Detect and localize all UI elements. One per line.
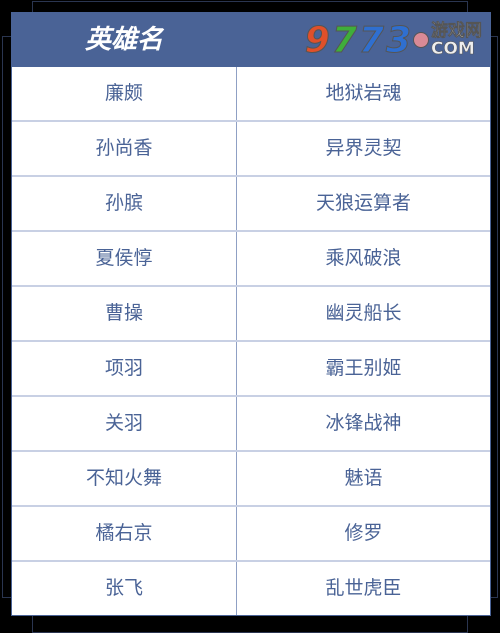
skin-name-cell: 地狱岩魂 [236, 67, 490, 120]
skin-name-cell: 异界灵契 [236, 122, 490, 175]
hero-name-cell: 孙膑 [104, 192, 143, 214]
9773-logo: 9 7 7 3 游戏网 COM [304, 15, 483, 65]
skin-name-cell: 冰锋战神 [236, 397, 490, 450]
logo-site-bottom: COM [431, 39, 475, 59]
logo-digit: 9 [304, 19, 330, 61]
table-row: 项羽 霸王别姬 [12, 340, 490, 395]
skin-name-cell: 霸王别姬 [236, 342, 490, 395]
skin-name-cell: 乘风破浪 [236, 232, 490, 285]
hero-name-cell: 关羽 [104, 412, 143, 434]
hero-name-cell: 廉颇 [104, 82, 143, 104]
joystick-icon [413, 32, 429, 48]
skin-name-cell: 幽灵船长 [236, 287, 490, 340]
table-row: 孙膑 天狼运算者 [12, 175, 490, 230]
skin-name-cell: 天狼运算者 [236, 177, 490, 230]
table-row: 关羽 冰锋战神 [12, 395, 490, 450]
table-row: 夏侯惇 乘风破浪 [12, 230, 490, 285]
hero-skin-table: 英雄名 9 7 7 3 游戏网 COM 廉颇 地狱岩魂孙尚香 异界灵契孙膑 天狼运算者… [11, 12, 491, 616]
table-row: 廉颇 地狱岩魂 [12, 67, 490, 120]
logo-digit: 7 [331, 19, 357, 61]
hero-name-cell: 孙尚香 [95, 137, 153, 159]
table-row: 橘右京 修罗 [12, 505, 490, 560]
hero-name-cell: 张飞 [104, 577, 143, 599]
skin-name-cell: 乱世虎臣 [236, 562, 490, 615]
logo-digit: 3 [385, 19, 411, 61]
hero-name-cell: 夏侯惇 [95, 247, 153, 269]
hero-name-cell: 项羽 [104, 357, 143, 379]
table-row: 孙尚香 异界灵契 [12, 120, 490, 175]
table-row: 不知火舞 魅语 [12, 450, 490, 505]
table-row: 曹操 幽灵船长 [12, 285, 490, 340]
logo-digit: 7 [358, 19, 384, 61]
hero-name-cell: 不知火舞 [85, 467, 162, 489]
logo-site-top: 游戏网 [431, 21, 483, 41]
hero-name-cell: 橘右京 [95, 522, 153, 544]
header-hero-name: 英雄名 [84, 25, 163, 55]
skin-name-cell: 魅语 [236, 452, 490, 505]
table-header: 英雄名 9 7 7 3 游戏网 COM [12, 13, 490, 67]
skin-name-cell: 修罗 [236, 507, 490, 560]
logo-site-text: 游戏网 COM [431, 21, 483, 59]
hero-name-cell: 曹操 [104, 302, 143, 324]
table-body: 廉颇 地狱岩魂 孙尚香 异界灵契 孙膑 天狼运算者 夏侯惇 乘风破浪 曹操 幽灵船长 项羽 霸王别姬关… [12, 67, 490, 615]
table-row: 张飞 乱世虎臣 [12, 560, 490, 615]
